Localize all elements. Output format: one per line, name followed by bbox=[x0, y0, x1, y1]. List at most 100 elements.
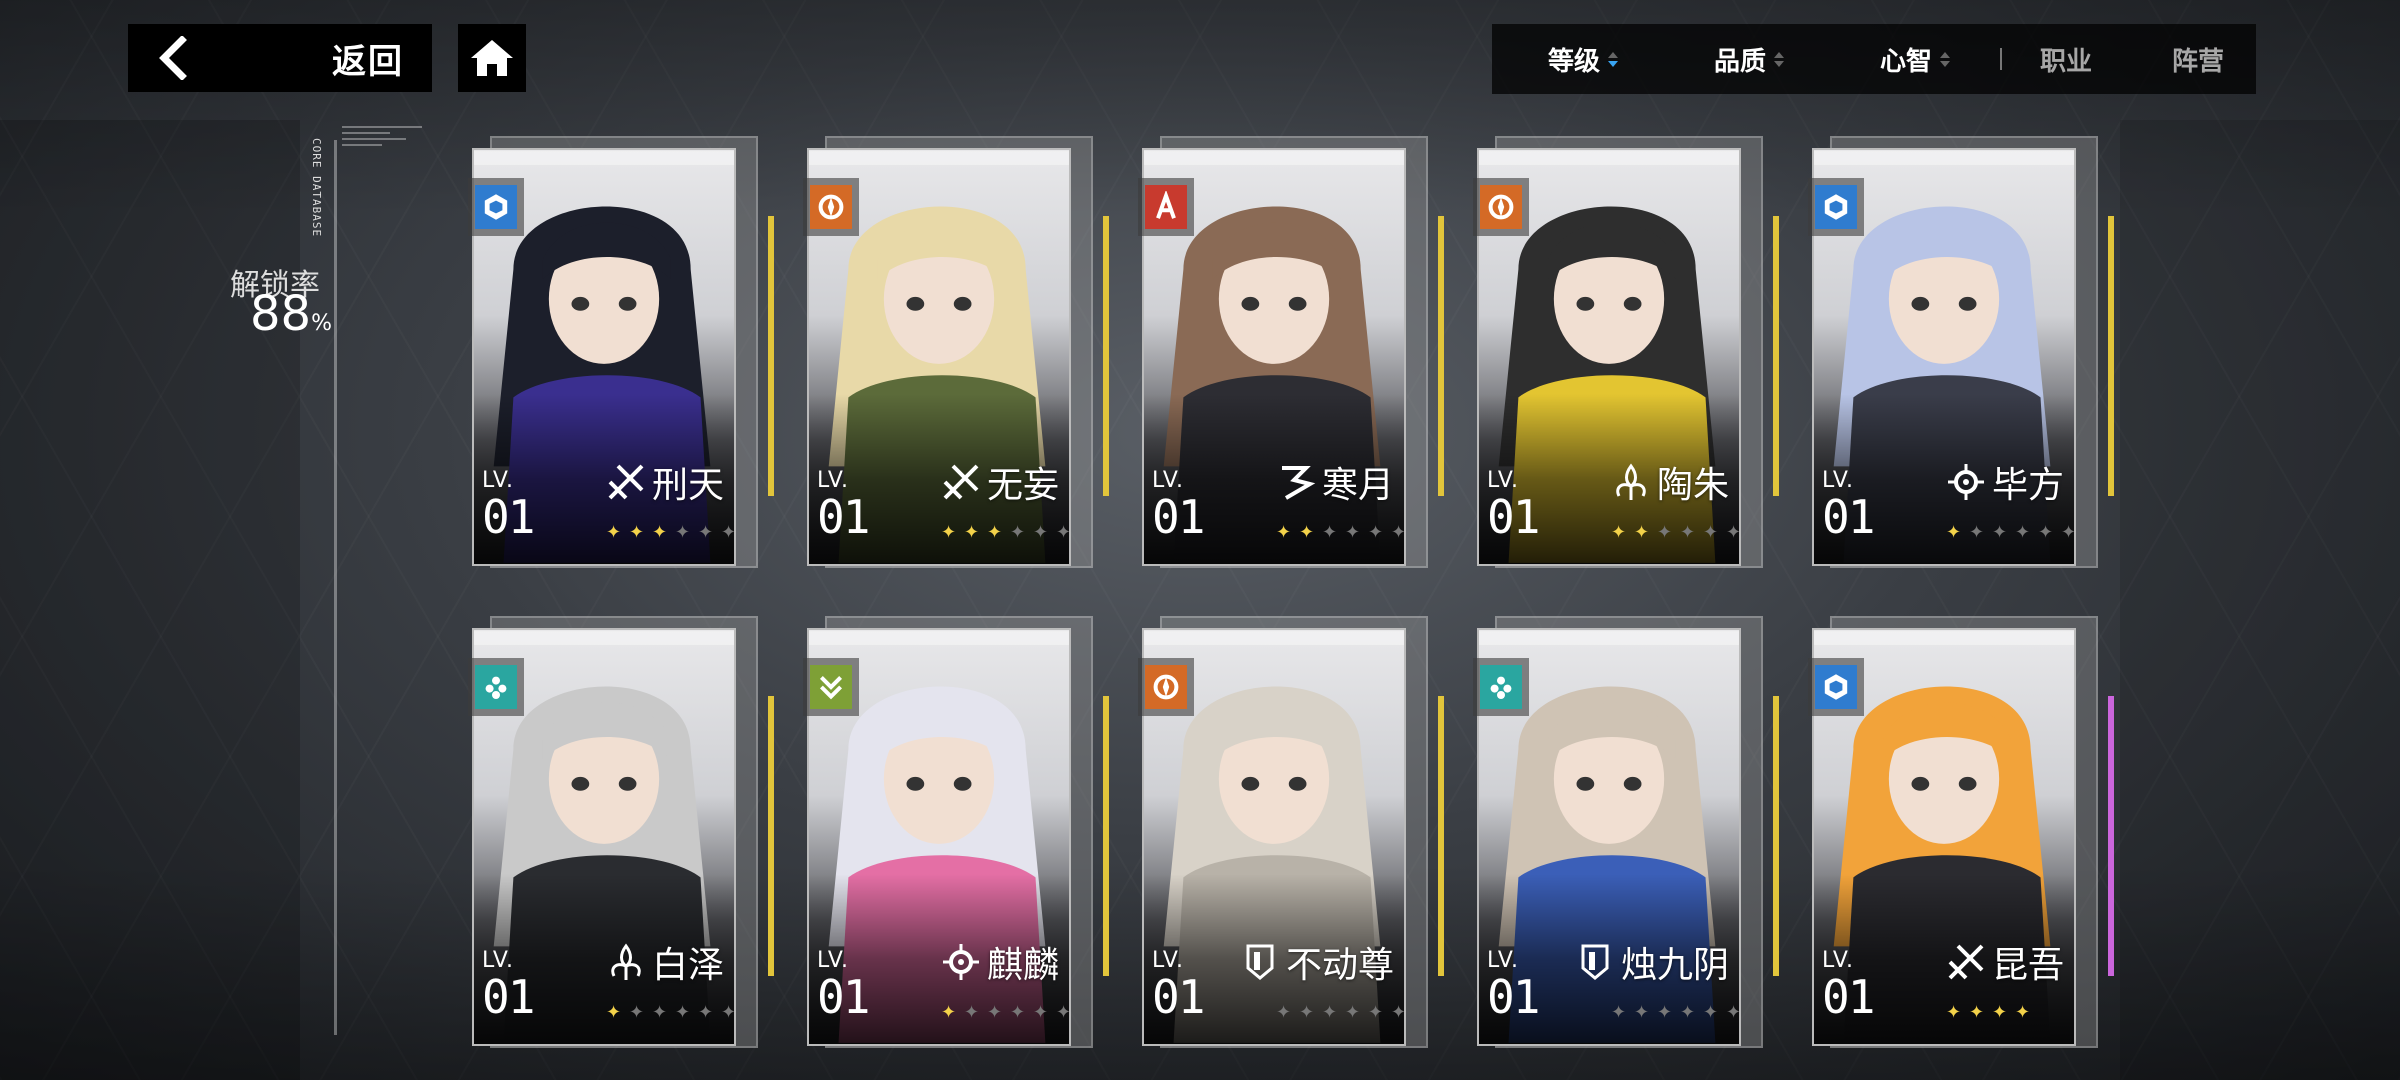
character-name-text: 烛九阴 bbox=[1620, 945, 1729, 986]
star-filled-icon: ✦ bbox=[2014, 1002, 2031, 1023]
home-button[interactable] bbox=[458, 24, 526, 92]
filter-faction[interactable]: 阵营 bbox=[2172, 41, 2224, 78]
star-filled-icon: ✦ bbox=[1968, 1002, 1985, 1023]
rarity-stars: ✦ ✦ ✦ ✦ ✦ ✦ bbox=[1609, 1002, 1739, 1023]
level-value: 01 bbox=[482, 490, 535, 544]
star-empty-icon: ✦ bbox=[1275, 1002, 1292, 1023]
element-badge bbox=[1138, 178, 1194, 236]
star-empty-icon: ✦ bbox=[720, 1002, 736, 1023]
element-badge bbox=[468, 178, 524, 236]
character-card[interactable]: LV. 01 陶朱 ✦ ✦ ✦ ✦ ✦ ✦ bbox=[1473, 136, 1779, 580]
element-blue-icon bbox=[1824, 674, 1848, 700]
character-card[interactable]: LV. 01 寒月 ✦ ✦ ✦ ✦ ✦ ✦ bbox=[1138, 136, 1444, 580]
character-name-text: 刑天 bbox=[651, 465, 724, 506]
rarity-accent-bar bbox=[1438, 216, 1444, 496]
star-empty-icon: ✦ bbox=[1390, 1002, 1406, 1023]
star-empty-icon: ✦ bbox=[1298, 1002, 1315, 1023]
element-badge bbox=[468, 658, 524, 716]
element-badge bbox=[803, 658, 859, 716]
level-value: 01 bbox=[1152, 490, 1205, 544]
sort-arrows-icon bbox=[1774, 51, 1785, 67]
rarity-accent-bar bbox=[2108, 216, 2114, 496]
star-empty-icon: ✦ bbox=[1679, 522, 1696, 543]
star-empty-icon: ✦ bbox=[1321, 522, 1338, 543]
star-empty-icon: ✦ bbox=[1610, 1002, 1627, 1023]
sort-bar: 等级 品质 心智 职业 阵营 bbox=[1492, 24, 2256, 94]
star-empty-icon: ✦ bbox=[1367, 1002, 1384, 1023]
sort-mind[interactable]: 心智 bbox=[1880, 41, 1951, 78]
element-badge bbox=[1473, 178, 1529, 236]
character-name-text: 寒月 bbox=[1321, 465, 1394, 506]
star-filled-icon: ✦ bbox=[1610, 522, 1627, 543]
star-filled-icon: ✦ bbox=[651, 522, 668, 543]
element-badge bbox=[1808, 658, 1864, 716]
star-empty-icon: ✦ bbox=[986, 1002, 1003, 1023]
level-value: 01 bbox=[482, 970, 535, 1024]
character-card[interactable]: LV. 01 昆吾 ✦ ✦ ✦ ✦ bbox=[1808, 616, 2114, 1060]
character-name: 毕方 bbox=[1946, 456, 2064, 508]
star-filled-icon: ✦ bbox=[605, 522, 622, 543]
star-filled-icon: ✦ bbox=[963, 522, 980, 543]
element-blue-icon bbox=[484, 194, 508, 220]
character-card[interactable]: LV. 01 麒麟 ✦ ✦ ✦ ✦ ✦ ✦ bbox=[803, 616, 1109, 1060]
star-empty-icon: ✦ bbox=[1991, 522, 2008, 543]
blade-icon bbox=[608, 464, 644, 500]
character-card[interactable]: LV. 01 白泽 ✦ ✦ ✦ ✦ ✦ ✦ bbox=[468, 616, 774, 1060]
character-name-text: 无妄 bbox=[986, 465, 1059, 506]
star-empty-icon: ✦ bbox=[1968, 522, 1985, 543]
lily-icon bbox=[611, 943, 641, 980]
spiral-icon bbox=[1281, 466, 1316, 500]
rarity-accent-bar bbox=[2108, 696, 2114, 976]
star-empty-icon: ✦ bbox=[1009, 1002, 1026, 1023]
level-value: 01 bbox=[1487, 970, 1540, 1024]
star-empty-icon: ✦ bbox=[1656, 522, 1673, 543]
character-name: 不动尊 bbox=[1240, 936, 1394, 988]
element-teal-icon bbox=[1490, 676, 1512, 699]
star-empty-icon: ✦ bbox=[1725, 522, 1741, 543]
star-filled-icon: ✦ bbox=[986, 522, 1003, 543]
sort-quality-label: 品质 bbox=[1714, 46, 1767, 77]
rarity-accent-bar bbox=[1438, 696, 1444, 976]
star-empty-icon: ✦ bbox=[1656, 1002, 1673, 1023]
core-database-text: CORE DATABASE bbox=[310, 138, 323, 238]
sort-quality[interactable]: 品质 bbox=[1714, 41, 1785, 78]
level-value: 01 bbox=[1822, 970, 1875, 1024]
star-empty-icon: ✦ bbox=[1055, 1002, 1071, 1023]
blade-icon bbox=[943, 464, 979, 500]
rarity-stars: ✦ ✦ ✦ ✦ ✦ ✦ bbox=[604, 522, 734, 543]
character-name: 白泽 bbox=[606, 936, 724, 988]
character-card[interactable]: LV. 01 刑天 ✦ ✦ ✦ ✦ ✦ ✦ bbox=[468, 136, 774, 580]
star-empty-icon: ✦ bbox=[1633, 1002, 1650, 1023]
filter-class[interactable]: 职业 bbox=[2040, 41, 2092, 78]
level-value: 01 bbox=[817, 490, 870, 544]
sort-level[interactable]: 等级 bbox=[1548, 41, 1619, 78]
star-empty-icon: ✦ bbox=[674, 1002, 691, 1023]
unlock-rate-value: 88% bbox=[250, 286, 332, 342]
character-card[interactable]: LV. 01 烛九阴 ✦ ✦ ✦ ✦ ✦ ✦ bbox=[1473, 616, 1779, 1060]
star-empty-icon: ✦ bbox=[1344, 1002, 1361, 1023]
star-empty-icon: ✦ bbox=[963, 1002, 980, 1023]
star-empty-icon: ✦ bbox=[2060, 522, 2076, 543]
star-filled-icon: ✦ bbox=[1945, 522, 1962, 543]
star-filled-icon: ✦ bbox=[940, 1002, 957, 1023]
sort-mind-label: 心智 bbox=[1880, 46, 1933, 77]
character-name: 寒月 bbox=[1276, 456, 1394, 508]
sort-level-label: 等级 bbox=[1548, 46, 1601, 77]
star-filled-icon: ✦ bbox=[1945, 1002, 1962, 1023]
shield-icon bbox=[1581, 944, 1609, 980]
character-card[interactable]: LV. 01 毕方 ✦ ✦ ✦ ✦ ✦ ✦ bbox=[1808, 136, 2114, 580]
back-button[interactable]: 返回 bbox=[128, 24, 432, 92]
crosshair-icon bbox=[942, 944, 979, 980]
rarity-stars: ✦ ✦ ✦ ✦ ✦ ✦ bbox=[604, 1002, 736, 1023]
star-empty-icon: ✦ bbox=[674, 522, 691, 543]
element-orange-icon bbox=[1488, 194, 1514, 220]
character-name-text: 白泽 bbox=[651, 945, 724, 986]
chevron-left-icon bbox=[159, 36, 187, 80]
character-card[interactable]: LV. 01 无妄 ✦ ✦ ✦ ✦ ✦ ✦ bbox=[803, 136, 1109, 580]
element-green-icon bbox=[819, 675, 843, 700]
character-card[interactable]: LV. 01 不动尊 ✦ ✦ ✦ ✦ ✦ ✦ bbox=[1138, 616, 1444, 1060]
star-empty-icon: ✦ bbox=[1032, 1002, 1049, 1023]
character-name: 陶朱 bbox=[1611, 456, 1729, 508]
star-empty-icon: ✦ bbox=[1367, 522, 1384, 543]
star-empty-icon: ✦ bbox=[1321, 1002, 1338, 1023]
